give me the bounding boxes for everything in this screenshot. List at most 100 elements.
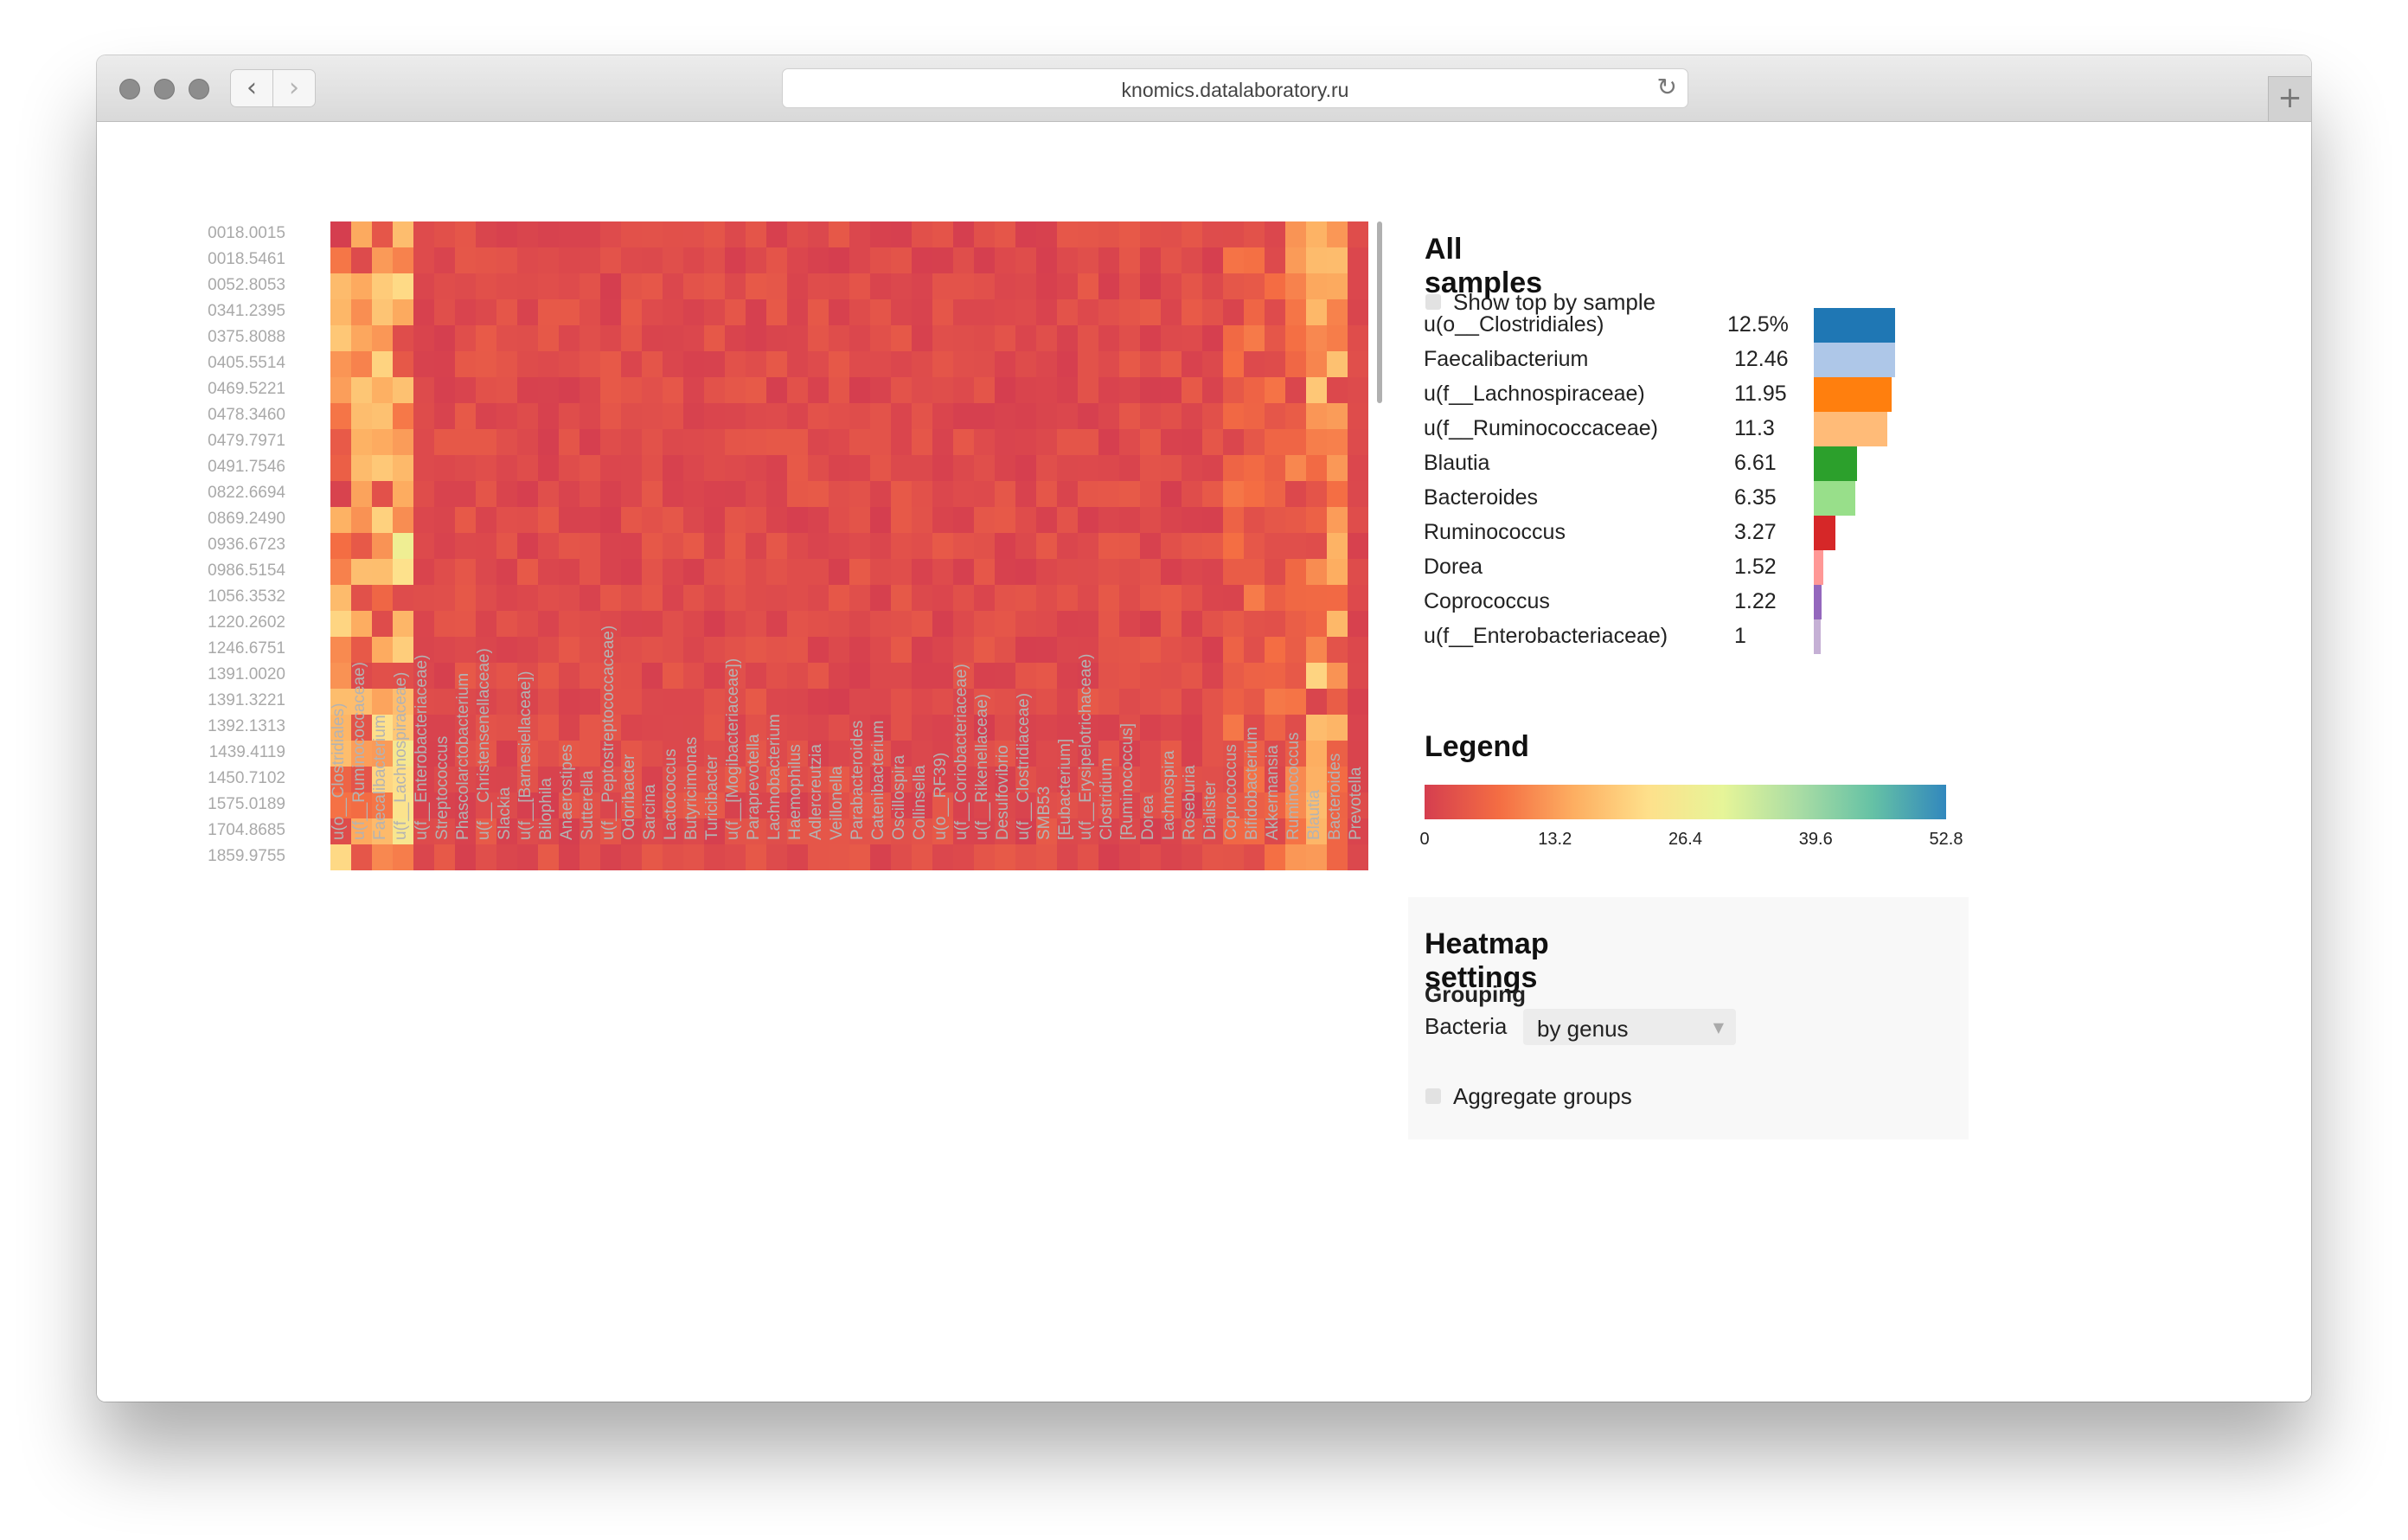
heatmap-cell[interactable] bbox=[808, 533, 829, 560]
heatmap-cell[interactable] bbox=[704, 507, 726, 534]
heatmap-cell[interactable] bbox=[330, 299, 352, 326]
heatmap-cell[interactable] bbox=[434, 507, 456, 534]
heatmap-cell[interactable] bbox=[1036, 844, 1058, 870]
heatmap-cell[interactable] bbox=[476, 507, 497, 534]
heatmap-cell[interactable] bbox=[1098, 455, 1120, 482]
heatmap-cell[interactable] bbox=[1348, 481, 1368, 508]
heatmap-cell[interactable] bbox=[1078, 559, 1099, 586]
heatmap-cell[interactable] bbox=[683, 403, 705, 430]
heatmap-cell[interactable] bbox=[953, 429, 975, 456]
heatmap-cell[interactable] bbox=[870, 481, 892, 508]
heatmap-cell[interactable] bbox=[1140, 351, 1162, 378]
heatmap-cell[interactable] bbox=[600, 533, 622, 560]
heatmap-cell[interactable] bbox=[559, 351, 580, 378]
heatmap-cell[interactable] bbox=[766, 585, 788, 612]
heatmap-cell[interactable] bbox=[1098, 507, 1120, 534]
heatmap-cell[interactable] bbox=[912, 429, 933, 456]
heatmap-cell[interactable] bbox=[600, 351, 622, 378]
heatmap-cell[interactable] bbox=[808, 455, 829, 482]
heatmap-cell[interactable] bbox=[1244, 844, 1265, 870]
show-top-checkbox[interactable] bbox=[1425, 294, 1441, 310]
heatmap-cell[interactable] bbox=[642, 377, 663, 404]
heatmap-cell[interactable] bbox=[704, 273, 726, 300]
heatmap-cell[interactable] bbox=[932, 377, 954, 404]
heatmap-cell[interactable] bbox=[1036, 481, 1058, 508]
heatmap-cell[interactable] bbox=[725, 507, 746, 534]
heatmap-cell[interactable] bbox=[559, 533, 580, 560]
heatmap-cell[interactable] bbox=[1202, 403, 1224, 430]
heatmap-cell[interactable] bbox=[1285, 481, 1307, 508]
heatmap-cell[interactable] bbox=[559, 325, 580, 352]
heatmap-cell[interactable] bbox=[932, 403, 954, 430]
heatmap-cell[interactable] bbox=[455, 325, 477, 352]
heatmap-cell[interactable] bbox=[1078, 507, 1099, 534]
heatmap-cell[interactable] bbox=[725, 273, 746, 300]
heatmap-cell[interactable] bbox=[476, 325, 497, 352]
heatmap-cell[interactable] bbox=[1098, 299, 1120, 326]
heatmap-cell[interactable] bbox=[849, 403, 871, 430]
heatmap-cell[interactable] bbox=[476, 247, 497, 274]
heatmap-cell[interactable] bbox=[953, 507, 975, 534]
heatmap-cell[interactable] bbox=[393, 585, 414, 612]
heatmap-cell[interactable] bbox=[1078, 377, 1099, 404]
heatmap-cell[interactable] bbox=[1015, 325, 1037, 352]
heatmap-cell[interactable] bbox=[351, 481, 373, 508]
heatmap-cell[interactable] bbox=[766, 351, 788, 378]
heatmap-cell[interactable] bbox=[870, 351, 892, 378]
heatmap-cell[interactable] bbox=[1182, 844, 1203, 870]
heatmap-cell[interactable] bbox=[517, 585, 539, 612]
heatmap-cell[interactable] bbox=[413, 247, 435, 274]
heatmap-cell[interactable] bbox=[455, 403, 477, 430]
heatmap-cell[interactable] bbox=[538, 221, 560, 248]
heatmap-cell[interactable] bbox=[829, 533, 850, 560]
heatmap-cell[interactable] bbox=[1078, 325, 1099, 352]
heatmap-cell[interactable] bbox=[808, 403, 829, 430]
heatmap-cell[interactable] bbox=[1348, 299, 1368, 326]
heatmap-cell[interactable] bbox=[1119, 507, 1141, 534]
heatmap-cell[interactable] bbox=[1078, 221, 1099, 248]
heatmap-cell[interactable] bbox=[434, 844, 456, 870]
zoom-window-button[interactable] bbox=[189, 79, 209, 99]
heatmap-cell[interactable] bbox=[1057, 273, 1079, 300]
heatmap-cell[interactable] bbox=[621, 351, 643, 378]
heatmap-cell[interactable] bbox=[995, 221, 1016, 248]
heatmap-cell[interactable] bbox=[912, 533, 933, 560]
heatmap-cell[interactable] bbox=[1036, 559, 1058, 586]
heatmap-cell[interactable] bbox=[1119, 585, 1141, 612]
heatmap-cell[interactable] bbox=[1098, 351, 1120, 378]
heatmap-cell[interactable] bbox=[580, 351, 601, 378]
heatmap-cell[interactable] bbox=[1057, 377, 1079, 404]
heatmap-cell[interactable] bbox=[704, 247, 726, 274]
heatmap-cell[interactable] bbox=[600, 273, 622, 300]
heatmap-cell[interactable] bbox=[559, 377, 580, 404]
heatmap-cell[interactable] bbox=[1098, 559, 1120, 586]
heatmap-cell[interactable] bbox=[538, 507, 560, 534]
heatmap-cell[interactable] bbox=[600, 403, 622, 430]
heatmap-cell[interactable] bbox=[829, 403, 850, 430]
heatmap-cell[interactable] bbox=[434, 481, 456, 508]
heatmap-cell[interactable] bbox=[1140, 403, 1162, 430]
heatmap-cell[interactable] bbox=[1244, 247, 1265, 274]
heatmap-cell[interactable] bbox=[704, 403, 726, 430]
heatmap-cell[interactable] bbox=[1057, 559, 1079, 586]
heatmap-cell[interactable] bbox=[891, 481, 913, 508]
heatmap-cell[interactable] bbox=[725, 844, 746, 870]
heatmap-cell[interactable] bbox=[330, 351, 352, 378]
heatmap-cell[interactable] bbox=[891, 429, 913, 456]
heatmap-cell[interactable] bbox=[829, 273, 850, 300]
heatmap-cell[interactable] bbox=[1202, 585, 1224, 612]
heatmap-cell[interactable] bbox=[621, 507, 643, 534]
heatmap-cell[interactable] bbox=[1182, 455, 1203, 482]
heatmap-cell[interactable] bbox=[849, 221, 871, 248]
heatmap-cell[interactable] bbox=[704, 585, 726, 612]
heatmap-cell[interactable] bbox=[787, 377, 809, 404]
heatmap-cell[interactable] bbox=[953, 403, 975, 430]
heatmap-cell[interactable] bbox=[1182, 351, 1203, 378]
heatmap-cell[interactable] bbox=[393, 299, 414, 326]
heatmap-cell[interactable] bbox=[1306, 247, 1328, 274]
heatmap-cell[interactable] bbox=[808, 481, 829, 508]
heatmap-cell[interactable] bbox=[1327, 844, 1348, 870]
heatmap-cell[interactable] bbox=[1098, 533, 1120, 560]
heatmap-cell[interactable] bbox=[580, 299, 601, 326]
heatmap-cell[interactable] bbox=[787, 221, 809, 248]
